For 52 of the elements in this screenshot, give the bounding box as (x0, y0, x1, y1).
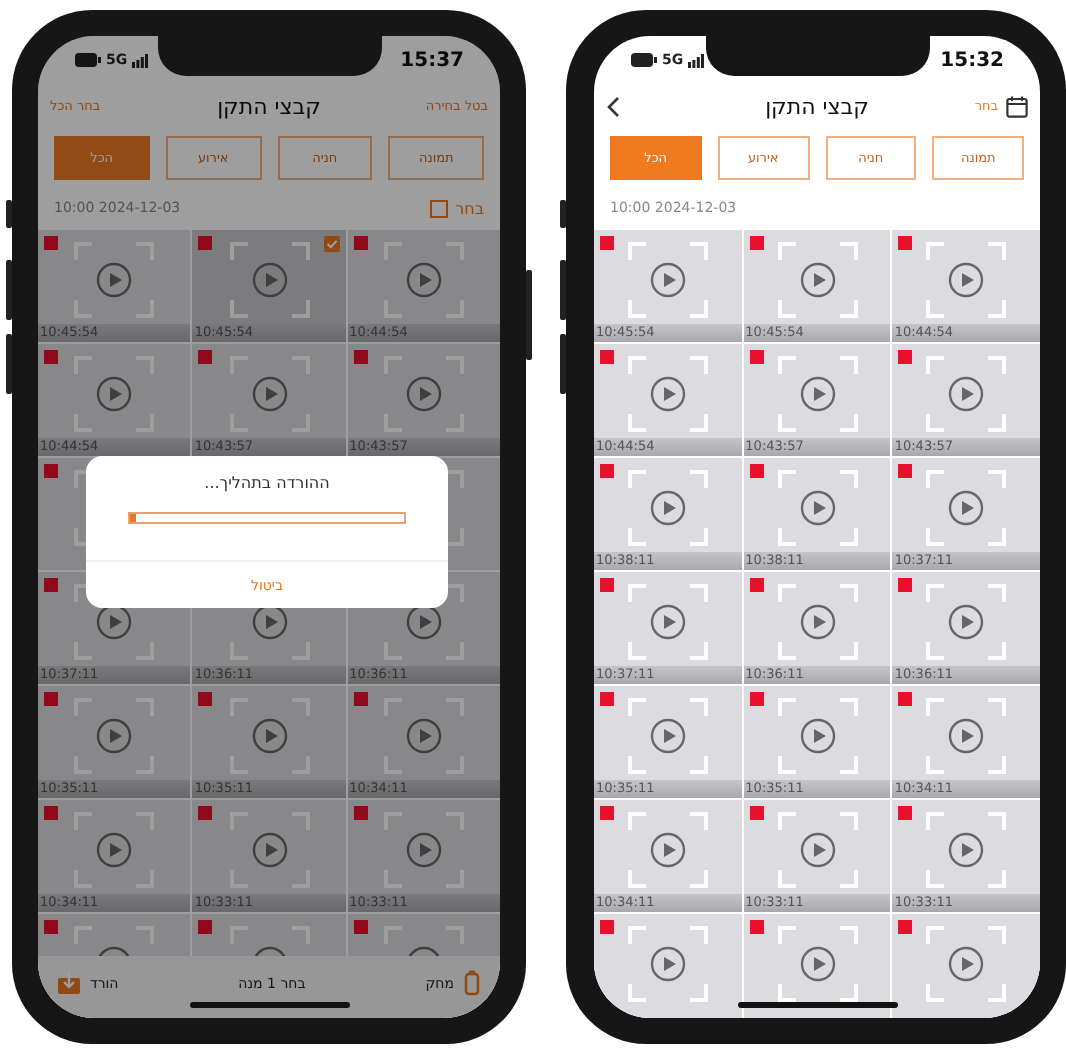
signal-icon (131, 53, 148, 67)
screen-title: קבצי התקן (217, 93, 321, 119)
video-placeholder-icon (625, 924, 710, 1004)
video-placeholder-icon (227, 240, 311, 320)
video-placeholder-icon (227, 696, 311, 776)
battery-icon (74, 52, 102, 68)
select-checkbox[interactable] (429, 199, 448, 217)
signal-icon (687, 53, 704, 67)
video-placeholder-icon (775, 696, 859, 776)
battery-icon (630, 52, 658, 68)
dialog-title: ההורדה בתהליך... (204, 474, 330, 492)
video-placeholder-icon (381, 696, 466, 776)
video-placeholder-icon (775, 810, 859, 890)
video-placeholder-icon (227, 810, 311, 890)
video-placeholder-icon (381, 240, 466, 320)
video-placeholder-icon (775, 582, 859, 662)
calendar-icon[interactable] (1006, 95, 1028, 117)
video-placeholder-icon (775, 354, 859, 434)
video-placeholder-icon (924, 924, 1009, 1004)
video-placeholder-icon (625, 582, 710, 662)
video-placeholder-icon (72, 810, 157, 890)
clock-time: 15:37 (400, 49, 464, 71)
video-placeholder-icon (924, 582, 1009, 662)
video-placeholder-icon (381, 354, 466, 434)
screen-title: קבצי התקן (765, 93, 869, 119)
video-placeholder-icon (625, 468, 710, 548)
video-placeholder-icon (72, 696, 157, 776)
video-placeholder-icon (625, 240, 710, 320)
select-label[interactable]: בחר (455, 199, 484, 217)
video-placeholder-icon (775, 240, 859, 320)
video-placeholder-icon (924, 468, 1009, 548)
video-placeholder-icon (924, 354, 1009, 434)
clock-time: 15:32 (940, 49, 1004, 71)
video-placeholder-icon (381, 810, 466, 890)
video-placeholder-icon (924, 240, 1009, 320)
video-placeholder-icon (924, 810, 1009, 890)
checkmark-icon[interactable] (323, 236, 340, 252)
video-placeholder-icon (924, 696, 1009, 776)
video-placeholder-icon (775, 924, 859, 1004)
video-placeholder-icon (72, 354, 157, 434)
video-placeholder-icon (625, 696, 710, 776)
video-placeholder-icon (72, 240, 157, 320)
trash-icon (464, 970, 480, 996)
back-icon[interactable] (606, 95, 620, 117)
video-placeholder-icon (227, 354, 311, 434)
video-thumbnail[interactable] (892, 914, 1040, 1018)
video-thumbnail[interactable] (743, 914, 891, 1018)
download-icon (58, 972, 80, 994)
video-thumbnail[interactable] (594, 914, 742, 1018)
video-placeholder-icon (775, 468, 859, 548)
video-placeholder-icon (625, 810, 710, 890)
video-placeholder-icon (625, 354, 710, 434)
